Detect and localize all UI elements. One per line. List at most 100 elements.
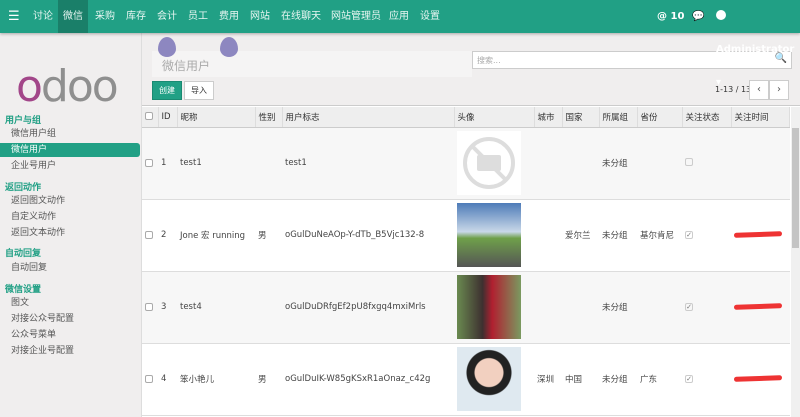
table-row[interactable]: 2 Jone 宏 running 男 oGulDuNeAOp-Y-dTb_B5V… <box>142 199 790 272</box>
cell-country <box>562 271 599 344</box>
nav-item-accounting[interactable]: 会计 <box>152 0 182 33</box>
cell-sex: 男 <box>255 343 282 416</box>
scrollbar-thumb[interactable] <box>792 128 799 248</box>
cell-group: 未分组 <box>599 343 637 416</box>
nav-item-expenses[interactable]: 费用 <box>214 0 244 33</box>
table-row[interactable]: 3 test4 oGulDuDRfgEf2pU8fxgq4mxiMrls 未分组… <box>142 271 790 344</box>
control-panel: 微信用户 搜索... 🔍 创建 导入 1-13 / 13 ‹ › <box>142 33 800 106</box>
cell-nickname: test1 <box>177 127 255 200</box>
top-navbar: ☰ 讨论 微信 采购 库存 会计 员工 费用 网站 在线聊天 网站管理员 应用 … <box>0 0 800 88</box>
user-name: Administrator <box>716 44 795 55</box>
cell-openid: oGulDuDRfgEf2pU8fxgq4mxiMrls <box>282 271 454 344</box>
avatar-image <box>457 203 521 267</box>
nav-item-wechat[interactable]: 微信 <box>58 0 88 33</box>
cell-sex: 男 <box>255 199 282 272</box>
column-group[interactable]: 所属组 <box>599 107 638 128</box>
column-openid[interactable]: 用户标志 <box>282 107 455 128</box>
cell-province <box>637 271 682 344</box>
nav-item-livechat[interactable]: 在线聊天 <box>276 0 326 33</box>
column-city[interactable]: 城市 <box>534 107 563 128</box>
sidebar-item-enterprise-users[interactable]: 企业号用户 <box>0 159 140 173</box>
redaction-mark <box>733 303 783 310</box>
sidebar-item-wechat-users[interactable]: 微信用户 <box>0 143 140 157</box>
sidebar-item-custom-action[interactable]: 自定义动作 <box>0 210 140 224</box>
cell-city: 深圳 <box>534 343 562 416</box>
cell-city <box>534 271 562 344</box>
select-all-checkbox[interactable] <box>145 112 153 121</box>
cell-follow-time <box>731 271 790 344</box>
nav-item-website-admin[interactable]: 网站管理员 <box>326 0 386 33</box>
cell-id: 4 <box>158 343 177 416</box>
nav-item-employees[interactable]: 员工 <box>183 0 213 33</box>
column-follow-time[interactable]: 关注时间 <box>731 107 790 128</box>
column-sex[interactable]: 性别 <box>255 107 283 128</box>
nav-item-apps[interactable]: 应用 <box>384 0 414 33</box>
sidebar-item-auto-reply[interactable]: 自动回复 <box>0 261 140 275</box>
avatar-image <box>457 275 521 339</box>
mentions-count: 10 <box>670 11 685 22</box>
cell-country: 爱尔兰 <box>562 199 599 272</box>
hamburger-menu-icon[interactable]: ☰ <box>8 9 20 24</box>
odoo-logo[interactable]: odoo <box>16 61 119 112</box>
table-row[interactable]: 1 test1 test1 未分组 <box>142 127 790 200</box>
redaction-mark <box>733 375 783 382</box>
nav-item-purchase[interactable]: 采购 <box>90 0 120 33</box>
sidebar-item-public-menu[interactable]: 公众号菜单 <box>0 328 140 342</box>
nav-item-settings[interactable]: 设置 <box>415 0 445 33</box>
user-menu[interactable]: Administrator ▾ <box>716 0 800 88</box>
cell-group: 未分组 <box>599 271 637 344</box>
cell-id: 3 <box>158 271 177 344</box>
nav-item-discuss[interactable]: 讨论 <box>28 0 58 33</box>
follow-checkbox <box>685 157 693 166</box>
no-image-placeholder-icon <box>457 131 521 195</box>
chat-icon[interactable]: 💬 <box>692 0 704 33</box>
cell-follow-time <box>731 343 790 416</box>
column-nickname[interactable]: 昵称 <box>177 107 256 128</box>
cell-id: 2 <box>158 199 177 272</box>
table-row[interactable]: 4 笨小艳儿 男 oGulDuIK-W85gKSxR1aOnaz_c42g 深圳… <box>142 343 790 416</box>
table-header-row: ID 昵称 性别 用户标志 头像 城市 国家 所属组 省份 关注状态 关注时间 <box>142 107 790 128</box>
cell-follow-time <box>731 199 790 272</box>
sidebar-item-enterprise-config[interactable]: 对接企业号配置 <box>0 344 140 358</box>
cell-id: 1 <box>158 127 177 200</box>
row-checkbox[interactable] <box>145 302 153 311</box>
create-button[interactable]: 创建 <box>152 81 182 100</box>
import-button[interactable]: 导入 <box>184 81 214 100</box>
sidebar: odoo 用户与组 微信用户组 微信用户 企业号用户 返回动作 返回图文动作 自… <box>0 33 142 417</box>
cell-nickname: 笨小艳儿 <box>177 343 255 416</box>
nav-item-inventory[interactable]: 库存 <box>121 0 151 33</box>
mentions-button[interactable]: @ 10 <box>657 0 684 33</box>
sidebar-section-auto-reply: 自动回复 <box>5 249 42 259</box>
pager-previous-button[interactable]: ‹ <box>749 80 769 100</box>
row-checkbox[interactable] <box>145 374 153 383</box>
page-title: 微信用户 <box>152 51 472 77</box>
row-checkbox[interactable] <box>145 230 153 239</box>
cell-country: 中国 <box>562 343 599 416</box>
cell-openid: oGulDuIK-W85gKSxR1aOnaz_c42g <box>282 343 454 416</box>
cell-city <box>534 127 562 200</box>
sidebar-item-wechat-user-groups[interactable]: 微信用户组 <box>0 127 140 141</box>
row-checkbox[interactable] <box>145 158 153 167</box>
pager-next-button[interactable]: › <box>769 80 789 100</box>
follow-checkbox: ✓ <box>685 303 693 311</box>
cell-nickname: Jone 宏 running <box>177 199 255 272</box>
sidebar-item-public-config[interactable]: 对接公众号配置 <box>0 312 140 326</box>
sidebar-item-text-action[interactable]: 返回文本动作 <box>0 226 140 240</box>
column-avatar[interactable]: 头像 <box>454 107 535 128</box>
column-id[interactable]: ID <box>158 107 178 128</box>
caret-down-icon: ▾ <box>716 77 722 88</box>
nav-item-website[interactable]: 网站 <box>245 0 275 33</box>
follow-checkbox: ✓ <box>685 375 693 383</box>
cell-province: 广东 <box>637 343 682 416</box>
cell-province: 基尔肯尼 <box>637 199 682 272</box>
cell-province <box>637 127 682 200</box>
cell-sex <box>255 271 282 344</box>
column-follow-status[interactable]: 关注状态 <box>682 107 732 128</box>
column-province[interactable]: 省份 <box>637 107 683 128</box>
column-country[interactable]: 国家 <box>562 107 600 128</box>
avatar <box>716 10 726 20</box>
follow-checkbox: ✓ <box>685 231 693 239</box>
sidebar-item-news[interactable]: 图文 <box>0 296 140 310</box>
sidebar-item-news-action[interactable]: 返回图文动作 <box>0 194 140 208</box>
cell-openid: test1 <box>282 127 454 200</box>
